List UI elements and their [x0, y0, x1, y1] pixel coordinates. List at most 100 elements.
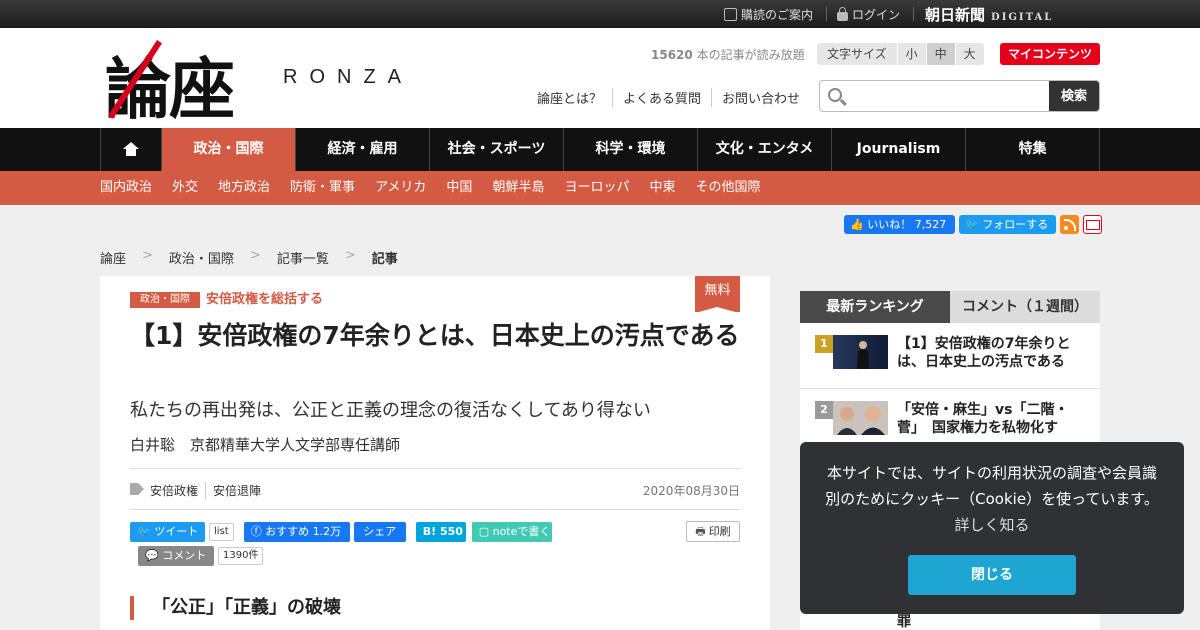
article-author[interactable]: 白井聡 京都精華大学人文学部専任講師 [130, 434, 400, 455]
search-icon [828, 88, 842, 102]
mail-icon[interactable] [1083, 215, 1102, 234]
twitter-follow-button[interactable]: 🐦 フォローする [959, 215, 1056, 234]
font-size-small[interactable]: 小 [897, 43, 927, 65]
my-contents-button[interactable]: マイコンテンツ [1000, 43, 1100, 65]
fb-like-label: いいね！ [867, 218, 912, 231]
comment-button[interactable]: 💬 コメント [138, 546, 214, 566]
nav-journalism[interactable]: Journalism [832, 128, 966, 171]
section-heading: 「公正」「正義」の破壊 [130, 596, 341, 620]
logo-roman: RONZA [283, 66, 413, 88]
asahi-brand: 朝日新聞 [925, 6, 986, 24]
nav-home[interactable] [100, 128, 162, 171]
subnav-item[interactable]: 地方政治 [218, 171, 270, 205]
subnav-item[interactable]: 中東 [649, 171, 675, 205]
subnav-item[interactable]: 中国 [446, 171, 472, 205]
breadcrumb: 論座 > 政治・国際 > 記事一覧 > 記事 [100, 248, 398, 267]
note-button[interactable]: ▢ noteで書く [471, 522, 552, 542]
tweet-count[interactable]: list [209, 523, 234, 541]
breadcrumb-current: 記事 [371, 252, 398, 267]
search-button[interactable]: 検索 [1049, 81, 1099, 111]
subnav-item[interactable]: 国内政治 [100, 171, 152, 205]
tab-latest-ranking[interactable]: 最新ランキング [800, 291, 950, 323]
font-size-large[interactable]: 大 [955, 43, 985, 65]
cookie-message: 本サイトでは、サイトの利用状況の調査や会員識別のためにクッキー（Cookie）を… [820, 460, 1164, 538]
tab-comment-ranking[interactable]: コメント（１週間） [950, 291, 1100, 323]
edit-icon [724, 8, 737, 21]
twitter-bird-icon: 🐦 [965, 218, 979, 231]
subnav-item[interactable]: アメリカ [375, 171, 426, 205]
read-count-suffix: 本の記事が読み放題 [692, 48, 805, 62]
nav-special[interactable]: 特集 [966, 128, 1100, 171]
hatena-icon: B! [422, 525, 437, 538]
tw-follow-label: フォローする [982, 218, 1049, 231]
subscription-link[interactable]: 購読のご案内 [724, 6, 813, 23]
subnav-item[interactable]: 外交 [172, 171, 198, 205]
facebook-share-button[interactable]: シェア [353, 522, 406, 542]
breadcrumb-separator: > [142, 248, 153, 263]
cookie-consent-dialog: 本サイトでは、サイトの利用状況の調査や会員識別のためにクッキー（Cookie）を… [800, 442, 1184, 614]
site-header: 論座 RONZA 15620 本の記事が読み放題 文字サイズ 小 中 大 マイコ… [0, 28, 1200, 128]
tweet-label: ツイート [154, 525, 199, 538]
cookie-message-text: 本サイトでは、サイトの利用状況の調査や会員識別のためにクッキー（Cookie）を… [825, 464, 1159, 508]
font-size-selector: 文字サイズ 小 中 大 [817, 43, 985, 65]
search-box: 検索 [819, 80, 1100, 112]
facebook-like-button[interactable]: 👍 いいね！ 7,527 [844, 215, 955, 234]
rss-icon[interactable] [1060, 215, 1079, 234]
article-tag[interactable]: 安倍退陣 [205, 482, 268, 499]
print-button[interactable]: 印刷 [686, 521, 740, 542]
series-title[interactable]: 安倍政権を総括する [206, 292, 323, 308]
nav-culture[interactable]: 文化・エンタメ [698, 128, 832, 171]
nav-politics[interactable]: 政治・国際 [162, 128, 296, 171]
cookie-close-button[interactable]: 閉じる [908, 555, 1076, 595]
fb-like-count: 7,527 [914, 218, 947, 231]
category-tag[interactable]: 政治・国際 [130, 292, 200, 308]
font-size-label: 文字サイズ [817, 43, 898, 65]
breadcrumb-item[interactable]: 論座 [100, 248, 126, 267]
faq-link[interactable]: よくある質問 [612, 88, 711, 107]
logo-kanji: 論座 [105, 50, 235, 128]
ranking-item[interactable]: 1 【1】安倍政権の7年余りとは、日本史上の汚点である [800, 323, 1100, 389]
facebook-recommend-button[interactable]: ⓕ おすすめ 1.2万 [243, 522, 350, 542]
home-icon [123, 142, 139, 156]
login-link[interactable]: ログイン [837, 6, 900, 23]
asahi-digital-logo[interactable]: 朝日新聞 DIGITAL [925, 4, 1053, 25]
contact-link[interactable]: お問い合わせ [711, 88, 810, 107]
subscription-label: 購読のご案内 [741, 8, 814, 22]
hatena-bookmark-button[interactable]: B! 550 [415, 522, 466, 542]
facebook-icon: ⓕ [250, 525, 262, 538]
breadcrumb-separator: > [344, 248, 356, 263]
comment-count[interactable]: 1390件 [218, 547, 264, 565]
subnav-item[interactable]: 防衛・軍事 [290, 171, 355, 205]
tag-icon [130, 483, 144, 495]
subnav-item[interactable]: 朝鮮半島 [492, 171, 544, 205]
font-size-medium[interactable]: 中 [926, 43, 956, 65]
nav-society[interactable]: 社会・スポーツ [430, 128, 564, 171]
article-tag[interactable]: 安倍政権 [150, 482, 205, 499]
ranking-tabs: 最新ランキング コメント（１週間） [800, 291, 1100, 323]
breadcrumb-item[interactable]: 記事一覧 [277, 248, 329, 267]
nav-science[interactable]: 科学・環境 [564, 128, 698, 171]
breadcrumb-separator: > [249, 248, 261, 263]
comment-row: 💬 コメント 1390件 [138, 546, 264, 566]
cookie-details-link[interactable]: 詳しく知る [954, 516, 1029, 534]
share-bar: 🐦 ツイート list ⓕ おすすめ 1.2万 シェア B! 550 ▢ not… [130, 522, 552, 542]
nav-economy[interactable]: 経済・雇用 [296, 128, 430, 171]
thumbs-up-icon: 👍 [850, 218, 864, 231]
ranking-title: 【1】安倍政権の7年余りとは、日本史上の汚点である [897, 336, 1071, 370]
search-input[interactable] [850, 81, 1050, 111]
subnav-item[interactable]: ヨーロッパ [564, 171, 629, 205]
subnav-item[interactable]: その他国際 [695, 171, 760, 205]
read-count-number: 15620 [651, 48, 693, 62]
ranking-title: 「安倍・麻生」vs「二階・菅」 国家権力を私物化す [897, 402, 1069, 436]
fb-recommend-count: 1.2万 [312, 525, 342, 538]
speech-bubble-icon: 💬 [145, 549, 159, 562]
fb-recommend-label: おすすめ [265, 525, 310, 538]
tweet-button[interactable]: 🐦 ツイート [130, 522, 205, 542]
breadcrumb-item[interactable]: 政治・国際 [169, 248, 234, 267]
social-follow-row: 👍 いいね！ 7,527 🐦 フォローする [844, 215, 1102, 235]
article-title: 【1】安倍政権の7年余りとは、日本史上の汚点である [130, 321, 740, 350]
about-link[interactable]: 論座とは？ [537, 88, 612, 107]
ronza-logo[interactable]: 論座 RONZA [105, 36, 445, 128]
lock-icon [837, 7, 848, 21]
divider [130, 509, 740, 510]
